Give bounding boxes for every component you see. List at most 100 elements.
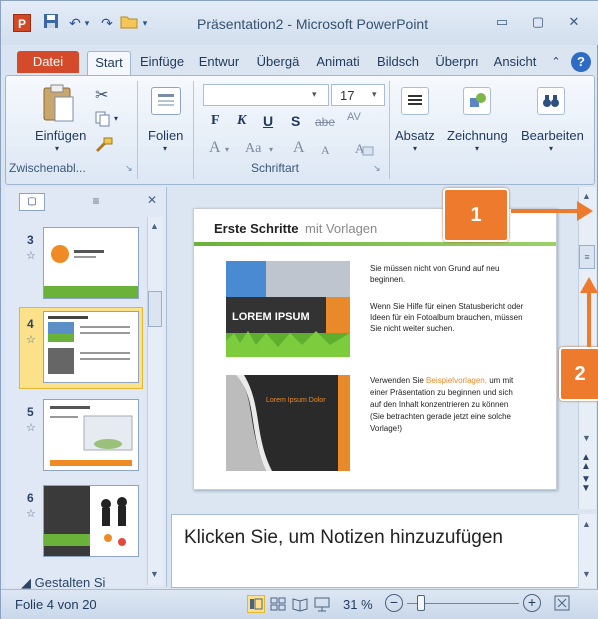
tab-entwurf[interactable]: Entwur [193,51,245,73]
open-folder-icon[interactable] [119,13,139,33]
current-slide[interactable]: Erste Schritte mit Vorlagen LOREM IPSUM [193,208,557,490]
slideshow-view-icon[interactable] [313,595,331,613]
minimize-ribbon-icon[interactable]: ⌃ [547,51,565,73]
outline-tab-icon[interactable]: ≡ [83,193,109,211]
slide-text-1[interactable]: Sie müssen nicht von Grund auf neu begin… [370,263,524,285]
format-painter-icon[interactable] [95,137,113,153]
paste-dropdown-icon[interactable]: ▾ [55,144,59,153]
drawing-dropdown-icon[interactable]: ▾ [475,144,479,153]
paragraph-button-label[interactable]: Absatz [395,128,435,143]
scroll-down-icon[interactable]: ▼ [582,433,591,443]
tab-ueberpruefen[interactable]: Überprı [429,51,485,73]
paste-button-label[interactable]: Einfügen [35,128,86,143]
tab-start[interactable]: Start [87,51,131,75]
slide-sorter-icon[interactable] [269,595,287,613]
paste-icon[interactable] [41,83,75,123]
find-binoculars-icon[interactable] [537,87,565,115]
slides-dropdown-icon[interactable]: ▾ [163,144,167,153]
font-name-dropdown-icon[interactable]: ▾ [312,89,317,100]
clipboard-group-label: Zwischenabl... [9,161,86,175]
grow-font-button[interactable]: A [293,139,305,157]
editing-dropdown-icon[interactable]: ▾ [549,144,553,153]
slide-thumbnail-5[interactable] [43,399,139,471]
separator [137,81,138,179]
tab-ansicht[interactable]: Ansicht [489,51,541,73]
minimize-button[interactable]: ▭ [489,11,515,33]
copy-icon[interactable] [95,111,111,127]
clipboard-launcher-icon[interactable]: ↘ [125,163,133,174]
tab-animationen[interactable]: Animati [309,51,367,73]
italic-button[interactable]: K [237,113,246,129]
save-icon[interactable] [41,13,61,33]
notes-placeholder[interactable]: Klicken Sie, um Notizen hinzuzufügen [184,527,503,549]
fit-to-window-icon[interactable] [553,594,571,612]
section-collapse-icon[interactable]: ◢ [21,575,31,590]
tab-uebergaenge[interactable]: Übergä [251,51,305,73]
scroll-down-icon[interactable]: ▼ [582,569,591,579]
reading-view-icon[interactable] [291,595,309,613]
drawing-button-label[interactable]: Zeichnung [447,128,508,143]
maximize-button[interactable]: ▢ [525,11,551,33]
slide-thumbnail-4[interactable] [43,311,139,383]
scroll-down-icon[interactable]: ▼ [150,569,159,579]
powerpoint-app-icon[interactable]: P [13,14,31,32]
scroll-up-icon[interactable]: ▲ [582,519,591,529]
paragraph-dropdown-icon[interactable]: ▾ [413,144,417,153]
font-size-dropdown-icon[interactable]: ▾ [372,89,377,100]
sample-templates-link[interactable]: Beispielvorlagen, [426,376,487,385]
slide-text-2[interactable]: Wenn Sie Hilfe für einen Statusbericht o… [370,301,524,334]
font-color-button[interactable]: A [209,139,221,157]
font-color-dropdown-icon[interactable]: ▾ [225,145,229,154]
normal-view-icon[interactable] [247,595,265,613]
slide-title-rest: mit Vorlagen [305,221,378,236]
help-icon[interactable]: ? [571,52,591,72]
close-button[interactable]: ✕ [561,11,587,33]
image-2-caption: Lorem Ipsum Dolor [266,397,326,404]
strikethrough-button[interactable]: abe [315,115,335,129]
character-spacing-button[interactable]: AV [347,111,361,123]
undo-dropdown-icon[interactable]: ▾ [81,13,93,33]
slide-thumbnail-6[interactable] [43,485,139,557]
zoom-out-button[interactable]: − [385,594,403,612]
font-size-combobox[interactable]: 17 ▾ [331,84,385,106]
redo-icon[interactable]: ↷ [97,13,117,33]
bold-button[interactable]: F [211,113,220,129]
underline-button[interactable]: U [263,113,273,129]
cut-icon[interactable]: ✂ [95,85,108,105]
slides-pane-scrollbar[interactable] [147,217,163,585]
tab-datei[interactable]: Datei [17,51,79,73]
previous-slide-icon[interactable]: ▲ ▲ [581,453,591,472]
zoom-in-button[interactable]: + [523,594,541,612]
slides-tab-icon[interactable]: ▢ [19,193,45,211]
scroll-thumb[interactable]: ≡ [579,245,595,269]
change-case-dropdown-icon[interactable]: ▾ [269,145,273,154]
clear-formatting-icon[interactable]: A [353,139,375,159]
transition-star-icon: ☆ [26,334,36,346]
font-name-combobox[interactable]: ▾ [203,84,329,106]
slide-text-3[interactable]: Verwenden Sie Beispielvorlagen, um mit e… [370,375,524,435]
section-label: Gestalten Si [34,575,106,590]
customize-toolbar-icon[interactable]: ▾ [141,13,149,33]
next-slide-icon[interactable]: ▼ ▼ [581,475,591,494]
close-pane-icon[interactable]: ✕ [147,193,157,207]
shrink-font-button[interactable]: A [321,143,330,158]
tab-bildschirmpraesentation[interactable]: Bildsch [371,51,425,73]
scroll-up-icon[interactable]: ▲ [150,221,159,231]
zoom-level[interactable]: 31 % [343,597,373,612]
change-case-button[interactable]: Aa [245,141,261,157]
template-image-2[interactable]: Lorem Ipsum Dolor [226,375,350,471]
new-slide-icon[interactable] [151,87,181,115]
tab-einfuegen[interactable]: Einfüge [135,51,189,73]
scroll-thumb[interactable] [148,291,162,327]
shadow-button[interactable]: S [291,113,300,129]
copy-dropdown-icon[interactable]: ▾ [114,114,118,123]
notes-pane[interactable] [171,514,579,588]
zoom-slider-thumb[interactable] [417,595,425,611]
drawing-shapes-icon[interactable] [463,87,491,115]
paragraph-icon[interactable] [401,87,429,115]
template-image-1[interactable]: LOREM IPSUM [226,261,350,357]
editing-button-label[interactable]: Bearbeiten [521,128,584,143]
slide-thumbnail-3[interactable] [43,227,139,299]
slides-button-label[interactable]: Folien [148,128,183,143]
font-launcher-icon[interactable]: ↘ [373,163,381,174]
